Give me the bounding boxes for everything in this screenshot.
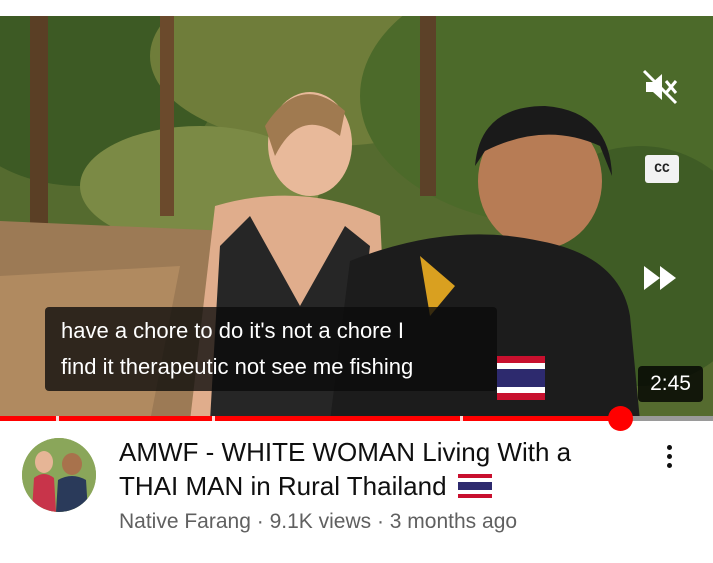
upload-age: 3 months ago bbox=[389, 510, 518, 533]
more-options-button[interactable] bbox=[654, 438, 684, 474]
kebab-dot bbox=[666, 462, 672, 468]
chapter-divider bbox=[56, 416, 59, 421]
meta-separator: · bbox=[250, 510, 270, 533]
duration-badge: 2:45 bbox=[638, 366, 703, 402]
chapter-divider bbox=[460, 416, 463, 421]
channel-name[interactable]: Native Farang bbox=[119, 510, 251, 533]
video-title-text: AMWF - WHITE WOMAN Living With a THAI MA… bbox=[119, 437, 572, 501]
cc-icon: CC bbox=[645, 154, 679, 183]
caption-box: have a chore to do it's not a chore I fi… bbox=[45, 307, 497, 391]
progress-fill bbox=[0, 416, 620, 421]
progress-scrubber[interactable] bbox=[608, 406, 633, 431]
chapter-divider bbox=[212, 416, 215, 421]
thailand-flag-icon bbox=[457, 474, 492, 498]
kebab-menu-icon bbox=[666, 444, 672, 450]
avatar-image bbox=[22, 438, 96, 512]
caption-line-2: find it therapeutic not see me fishing bbox=[61, 354, 414, 379]
fast-forward-icon bbox=[644, 266, 676, 290]
channel-avatar[interactable] bbox=[22, 438, 96, 512]
view-count: 9.1K views bbox=[269, 510, 372, 533]
captions-button[interactable]: CC bbox=[644, 153, 680, 184]
kebab-dot bbox=[666, 453, 672, 459]
muted-speaker-icon bbox=[642, 69, 678, 105]
caption-line-1: have a chore to do it's not a chore I bbox=[61, 318, 404, 343]
mute-button[interactable] bbox=[636, 66, 684, 108]
video-player[interactable]: CC have a chore to do it's not a chore I… bbox=[0, 16, 713, 421]
video-title[interactable]: AMWF - WHITE WOMAN Living With a THAI MA… bbox=[119, 435, 619, 503]
meta-separator: · bbox=[371, 510, 390, 533]
video-metadata: Native Farang · 9.1K views · 3 months ag… bbox=[119, 510, 517, 534]
fast-forward-button[interactable] bbox=[636, 259, 684, 297]
